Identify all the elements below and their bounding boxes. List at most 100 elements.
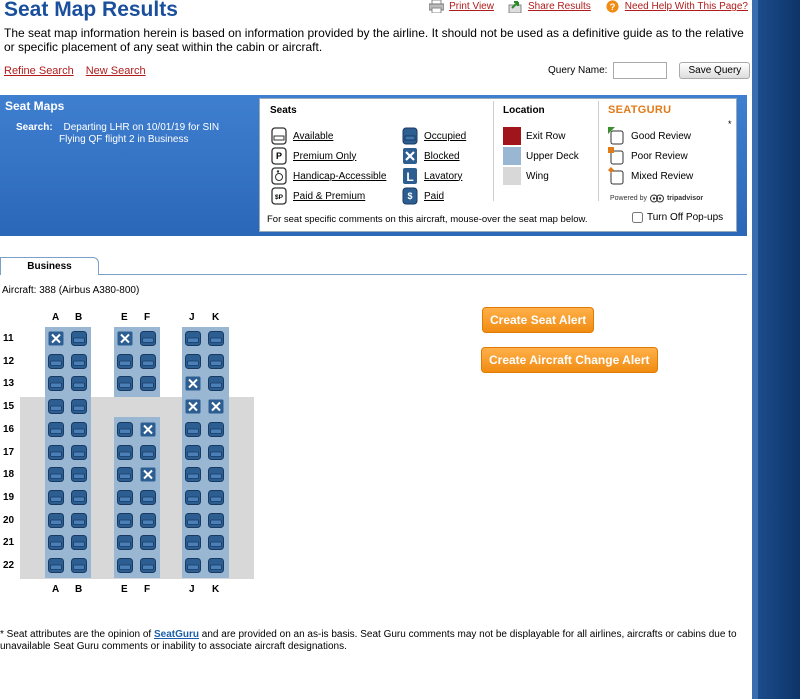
page-title: Seat Map Results [4, 0, 178, 21]
seatguru-link[interactable]: SeatGuru [154, 629, 199, 640]
share-results-label: Share Results [527, 1, 591, 12]
blocked-seat[interactable] [185, 399, 201, 414]
legend-available-label: Available [293, 130, 334, 142]
occupied-seat[interactable] [48, 421, 64, 437]
occupied-seat[interactable] [71, 489, 87, 505]
occupied-seat[interactable] [48, 558, 64, 573]
occupied-seat[interactable] [140, 489, 156, 505]
occupied-seat[interactable] [208, 558, 224, 573]
blocked-seat[interactable] [140, 422, 156, 437]
row-label: 18 [3, 469, 15, 481]
occupied-seat[interactable] [140, 331, 156, 346]
occupied-seat[interactable] [71, 421, 87, 437]
occupied-seat[interactable] [208, 353, 224, 369]
query-name-label: Query Name: [548, 65, 608, 76]
occupied-seat[interactable] [208, 535, 224, 551]
occupied-seat[interactable] [117, 558, 133, 573]
occupied-seat[interactable] [48, 489, 64, 505]
occupied-seat[interactable] [140, 558, 156, 573]
occupied-seat[interactable] [48, 376, 64, 392]
occupied-seat[interactable] [117, 489, 133, 505]
help-link[interactable]: ? Need Help With This Page? [605, 0, 748, 13]
legend-handicap-label: Handicap-Accessible [293, 170, 387, 182]
blocked-seat[interactable] [185, 376, 201, 391]
occupied-seat[interactable] [71, 376, 87, 392]
occupied-seat[interactable] [71, 558, 87, 573]
occupied-seat[interactable] [71, 467, 87, 483]
occupied-seat[interactable] [117, 512, 133, 528]
occupied-seat[interactable] [117, 421, 133, 437]
occupied-seat[interactable] [48, 535, 64, 551]
save-query-button[interactable]: Save Query [679, 62, 751, 79]
occupied-seat[interactable] [140, 444, 156, 460]
handicap-seat-icon [271, 167, 287, 185]
tripadvisor-owl-icon [649, 194, 664, 203]
blocked-seat[interactable] [140, 467, 156, 482]
query-name-input[interactable] [613, 62, 668, 79]
refine-search-link[interactable]: Refine Search [4, 65, 74, 77]
occupied-seat[interactable] [71, 535, 87, 551]
occupied-seat[interactable] [48, 399, 64, 415]
occupied-seat[interactable] [208, 512, 224, 528]
turn-off-popups-checkbox[interactable] [632, 212, 643, 223]
occupied-seat[interactable] [71, 399, 87, 415]
occupied-seat[interactable] [117, 444, 133, 460]
create-seat-alert-button[interactable]: Create Seat Alert [482, 307, 595, 333]
occupied-seat[interactable] [48, 467, 64, 483]
print-view-link[interactable]: Print View [429, 0, 494, 13]
tab-business[interactable]: Business [0, 257, 99, 275]
occupied-seat[interactable] [117, 376, 133, 392]
occupied-seat[interactable] [185, 512, 201, 528]
blocked-seat[interactable] [117, 331, 133, 346]
legend-available: Available [270, 127, 333, 145]
occupied-seat[interactable] [48, 444, 64, 460]
search-links: Refine Search New Search [4, 65, 146, 77]
seatguru-footnote: * Seat attributes are the opinion of Sea… [0, 629, 750, 653]
occupied-seat[interactable] [117, 535, 133, 551]
occupied-seat[interactable] [208, 467, 224, 483]
blocked-seat[interactable] [48, 331, 64, 346]
occupied-seat[interactable] [140, 353, 156, 369]
svg-text:$: $ [407, 191, 412, 201]
occupied-seat[interactable] [208, 489, 224, 505]
occupied-seat[interactable] [208, 376, 224, 392]
occupied-seat[interactable] [185, 535, 201, 551]
row-label: 12 [3, 355, 15, 367]
occupied-seat[interactable] [208, 421, 224, 437]
column-label-bottom: B [75, 584, 83, 595]
occupied-seat[interactable] [208, 331, 224, 346]
svg-text:$P: $P [275, 194, 284, 201]
occupied-seat[interactable] [71, 444, 87, 460]
share-results-link[interactable]: Share Results [508, 0, 591, 13]
occupied-seat[interactable] [71, 512, 87, 528]
occupied-seat[interactable] [117, 353, 133, 369]
occupied-seat[interactable] [140, 376, 156, 392]
row-label: 22 [3, 560, 15, 571]
row-label: 19 [3, 491, 15, 503]
search-label: Search: [16, 122, 53, 133]
location-header: Location [503, 105, 545, 116]
legend-good-review: Good Review [608, 127, 691, 145]
occupied-seat[interactable] [48, 512, 64, 528]
occupied-seat[interactable] [185, 421, 201, 437]
occupied-seat[interactable] [185, 353, 201, 369]
new-search-link[interactable]: New Search [86, 65, 146, 77]
occupied-seat[interactable] [71, 353, 87, 369]
occupied-seat[interactable] [185, 331, 201, 346]
occupied-seat[interactable] [185, 558, 201, 573]
occupied-seat[interactable] [48, 353, 64, 369]
occupied-seat[interactable] [140, 535, 156, 551]
blocked-seat[interactable] [208, 399, 224, 414]
occupied-seat[interactable] [140, 512, 156, 528]
occupied-seat[interactable] [185, 489, 201, 505]
occupied-seat[interactable] [208, 444, 224, 460]
occupied-seat[interactable] [71, 331, 87, 346]
create-aircraft-change-alert-button[interactable]: Create Aircraft Change Alert [481, 347, 658, 373]
occupied-seat[interactable] [117, 467, 133, 483]
premium-seat-icon: P [271, 147, 287, 165]
column-label-top: J [189, 312, 195, 323]
printer-icon [429, 0, 445, 13]
occupied-seat[interactable] [185, 444, 201, 460]
occupied-seat[interactable] [185, 467, 201, 483]
seat-legend: Seats Location SEATGURU * Available P Pr… [259, 98, 737, 232]
